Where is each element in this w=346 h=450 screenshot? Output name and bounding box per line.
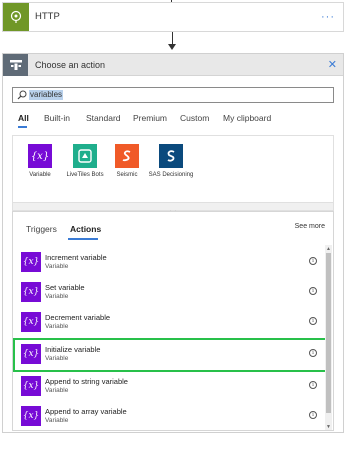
active-tab-indicator — [18, 126, 27, 128]
info-icon[interactable]: i — [309, 381, 317, 389]
actions-list-box: Triggers Actions See more {x} Increment … — [12, 211, 334, 431]
variable-icon: {x} — [21, 282, 41, 302]
action-row-increment-variable[interactable]: {x} Increment variable Variable i — [13, 248, 323, 278]
variable-icon: {x} — [21, 376, 41, 396]
variable-icon: {x} — [28, 144, 52, 168]
scrollbar-thumb[interactable] — [326, 253, 331, 413]
search-icon — [17, 90, 27, 100]
more-options-button[interactable]: ··· — [321, 11, 335, 23]
connector-sas-decisioning[interactable]: SAS Decisioning — [146, 144, 196, 179]
action-name: Set variable — [45, 283, 85, 292]
tab-standard[interactable]: Standard — [86, 113, 121, 123]
action-name: Decrement variable — [45, 313, 111, 322]
connector-list: {x} Variable LiveTiles Bots Seismic SAS … — [12, 135, 334, 203]
action-connector: Variable — [45, 417, 69, 424]
panel-title: Choose an action — [35, 60, 106, 70]
search-value: variables — [29, 90, 64, 100]
action-row-decrement-variable[interactable]: {x} Decrement variable Variable i — [13, 308, 323, 338]
tab-triggers[interactable]: Triggers — [26, 224, 57, 234]
info-icon[interactable]: i — [309, 411, 317, 419]
variable-icon: {x} — [21, 344, 41, 364]
connector-label: SAS Decisioning — [148, 172, 194, 178]
action-row-initialize-variable[interactable]: {x} Initialize variable Variable i — [13, 338, 327, 372]
tab-custom[interactable]: Custom — [180, 113, 209, 123]
action-row-append-to-string-variable[interactable]: {x} Append to string variable Variable i — [13, 372, 323, 402]
choose-action-panel: Choose an action ✕ variables All Built-i… — [2, 53, 344, 433]
see-more-link[interactable]: See more — [295, 223, 325, 230]
http-icon — [3, 3, 29, 31]
action-connector: Variable — [45, 355, 69, 362]
info-icon[interactable]: i — [309, 287, 317, 295]
connector-variable[interactable]: {x} Variable — [15, 144, 65, 179]
tab-premium[interactable]: Premium — [133, 113, 167, 123]
search-input[interactable]: variables — [12, 87, 334, 103]
connector-label: Seismic — [116, 172, 138, 178]
variable-icon: {x} — [21, 406, 41, 426]
active-subtab-indicator — [68, 238, 98, 240]
tab-built-in[interactable]: Built-in — [44, 113, 70, 123]
scroll-down-icon[interactable]: ▼ — [326, 424, 331, 430]
scroll-up-icon[interactable]: ▲ — [326, 246, 331, 252]
action-name: Initialize variable — [45, 345, 101, 354]
panel-header: Choose an action ✕ — [3, 54, 343, 76]
tab-all[interactable]: All — [18, 113, 29, 123]
action-connector: Variable — [45, 323, 69, 330]
livetiles-bots-icon — [73, 144, 97, 168]
action-row-set-variable[interactable]: {x} Set variable Variable i — [13, 278, 323, 308]
connector-arrow-head — [168, 44, 176, 50]
action-name: Append to string variable — [45, 377, 128, 386]
tab-actions[interactable]: Actions — [70, 224, 101, 234]
info-icon[interactable]: i — [309, 257, 317, 265]
action-connector: Variable — [45, 263, 69, 270]
action-connector: Variable — [45, 387, 69, 394]
action-row-append-to-array-variable[interactable]: {x} Append to array variable Variable i — [13, 402, 323, 430]
action-name: Increment variable — [45, 253, 107, 262]
info-icon[interactable]: i — [309, 349, 317, 357]
collapse-connectors-bar[interactable] — [12, 203, 334, 215]
connector-seismic[interactable]: Seismic — [102, 144, 152, 179]
http-card-title: HTTP — [35, 11, 60, 22]
action-name: Append to array variable — [45, 407, 127, 416]
close-icon[interactable]: ✕ — [328, 58, 337, 71]
variable-icon: {x} — [21, 252, 41, 272]
actions-scrollbar[interactable]: ▲ ▼ — [325, 245, 332, 430]
sas-icon — [159, 144, 183, 168]
seismic-icon — [115, 144, 139, 168]
variable-icon: {x} — [21, 312, 41, 332]
http-action-card[interactable]: HTTP ··· — [2, 2, 344, 32]
action-picker-icon — [3, 54, 28, 76]
info-icon[interactable]: i — [309, 317, 317, 325]
connector-label: Variable — [29, 172, 51, 178]
tab-my-clipboard[interactable]: My clipboard — [223, 113, 271, 123]
action-connector: Variable — [45, 293, 69, 300]
